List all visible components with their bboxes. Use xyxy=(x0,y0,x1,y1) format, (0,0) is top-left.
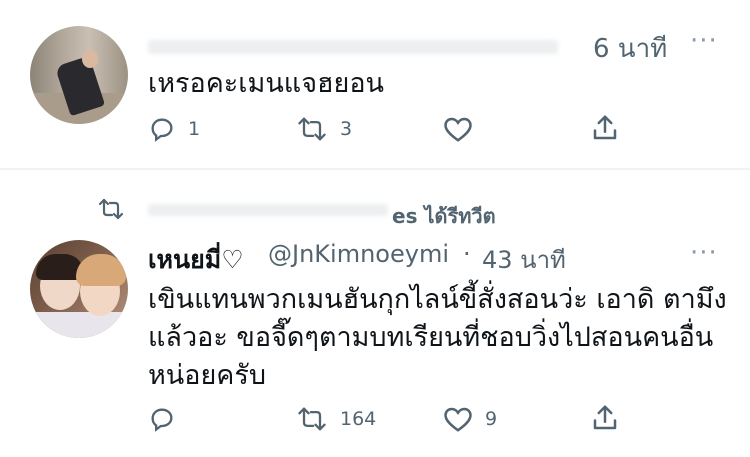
tweet-text-line: หน่อยครับ xyxy=(148,360,266,391)
redacted-retweeter xyxy=(148,204,388,216)
avatar[interactable] xyxy=(30,240,128,338)
tweet-text-line: เขินแทนพวกเมนฮันกุกไลน์ขี้สั่งสอนว่ะ เอา… xyxy=(148,284,727,315)
display-name[interactable]: เหนยมี่♡ xyxy=(148,240,244,280)
reply-button[interactable]: 1 xyxy=(148,115,200,143)
retweet-button[interactable]: 164 xyxy=(296,405,376,433)
tweet-divider xyxy=(0,168,750,170)
like-button[interactable] xyxy=(443,115,473,143)
reply-button[interactable] xyxy=(148,405,188,433)
retweet-icon xyxy=(98,198,124,220)
retweet-count: 3 xyxy=(340,118,353,140)
reply-count: 1 xyxy=(188,118,201,140)
like-count: 9 xyxy=(485,408,498,430)
like-icon xyxy=(444,407,472,432)
like-icon xyxy=(444,117,472,142)
retweeted-by-label[interactable]: es ได้รีทวีต xyxy=(392,200,496,232)
retweet-icon xyxy=(298,407,326,431)
retweet-icon xyxy=(298,117,326,141)
avatar[interactable] xyxy=(30,26,128,124)
tweet-text-line: แล้วอะ ขอจี๊ดๆตามบทเรียนที่ชอบวิ่งไปสอนค… xyxy=(148,322,714,353)
reply-icon xyxy=(151,118,173,142)
share-icon xyxy=(593,405,617,430)
retweet-count: 164 xyxy=(340,408,377,430)
more-icon[interactable]: ··· xyxy=(690,26,718,56)
share-button[interactable] xyxy=(590,403,620,433)
reply-icon xyxy=(151,408,173,432)
like-button[interactable]: 9 xyxy=(443,405,497,433)
share-icon xyxy=(593,115,617,140)
tweet-time[interactable]: 6 นาที xyxy=(593,28,667,69)
more-icon[interactable]: ··· xyxy=(690,238,718,268)
retweet-button[interactable]: 3 xyxy=(296,115,352,143)
separator: · xyxy=(463,240,471,268)
tweet-text: เหรอคะเมนแจฮยอน xyxy=(148,68,384,99)
share-button[interactable] xyxy=(590,113,620,143)
tweet-1[interactable]: 6 นาที ··· เหรอคะเมนแจฮยอน 1 3 xyxy=(0,0,750,168)
handle[interactable]: @JnKimnoeymi xyxy=(268,240,449,268)
tweet-time[interactable]: 43 นาที xyxy=(482,240,566,279)
redacted-username xyxy=(148,40,558,54)
retweet-banner xyxy=(96,197,126,221)
